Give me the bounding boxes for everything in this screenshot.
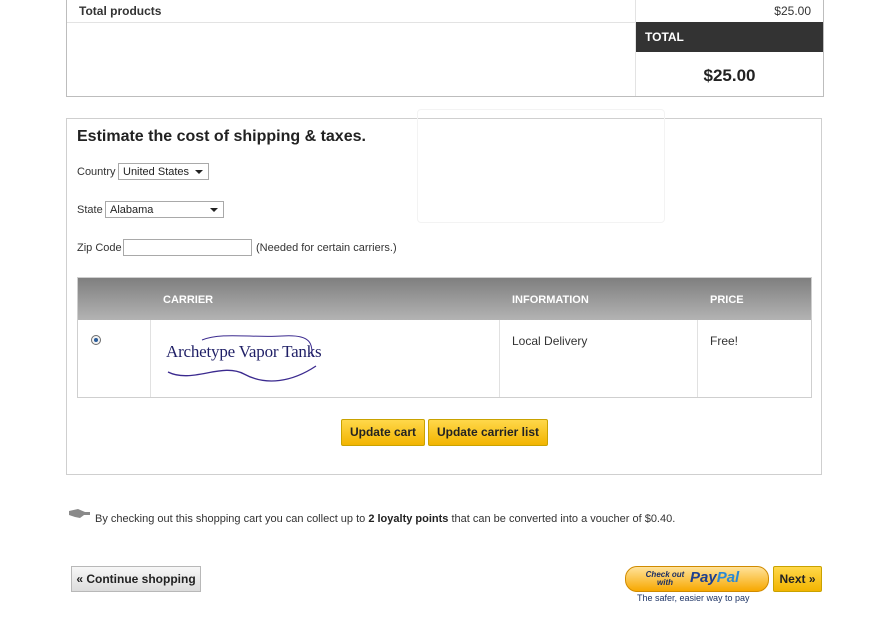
country-select[interactable]: United States <box>118 163 209 180</box>
cart-totals: Total products $25.00 TOTAL $25.00 <box>66 0 824 97</box>
next-button[interactable]: Next » <box>773 566 822 592</box>
carrier-price: Free! <box>710 334 739 348</box>
paypal-checkout-button[interactable]: Check out with PayPal The safer, easier … <box>625 566 769 606</box>
carrier-radio-selected[interactable] <box>91 335 101 345</box>
table-header: CARRIER INFORMATION PRICE <box>78 278 811 320</box>
loyalty-text-before: By checking out this shopping cart you c… <box>95 513 369 525</box>
loyalty-notice: By checking out this shopping cart you c… <box>68 506 828 526</box>
header-carrier: CARRIER <box>163 294 214 306</box>
paypal-pal: Pal <box>716 569 740 586</box>
paypal-pill: Check out with PayPal <box>625 566 769 592</box>
cell-divider <box>697 320 698 397</box>
loyalty-text-after: that can be converted into a voucher of … <box>448 513 676 525</box>
continue-shopping-button[interactable]: « Continue shopping <box>71 566 201 592</box>
country-label: Country <box>77 166 116 178</box>
carrier-table: CARRIER INFORMATION PRICE Archetype Vapo… <box>77 277 812 398</box>
loyalty-text: By checking out this shopping cart you c… <box>95 513 675 525</box>
total-products-value: $25.00 <box>774 4 811 18</box>
table-row: Archetype Vapor Tanks Local Delivery Fre… <box>78 320 811 397</box>
total-products-row: Total products $25.00 <box>67 0 823 23</box>
update-carrier-list-button[interactable]: Update carrier list <box>428 419 548 446</box>
state-value: Alabama <box>110 204 154 216</box>
update-cart-button[interactable]: Update cart <box>341 419 425 446</box>
cell-divider <box>150 320 151 397</box>
zip-hint: (Needed for certain carriers.) <box>256 242 397 254</box>
chevron-down-icon <box>210 208 218 212</box>
carrier-information: Local Delivery <box>512 334 588 348</box>
carrier-logo: Archetype Vapor Tanks <box>162 332 322 384</box>
state-select[interactable]: Alabama <box>105 201 224 218</box>
paypal-logo: PayPal <box>690 569 739 586</box>
header-information: INFORMATION <box>512 294 589 306</box>
zip-code-input[interactable] <box>123 239 252 256</box>
chevron-down-icon <box>195 170 203 174</box>
header-price: PRICE <box>710 294 744 306</box>
paypal-tagline: The safer, easier way to pay <box>637 593 750 603</box>
total-header: TOTAL <box>636 22 823 52</box>
loyalty-points: 2 loyalty points <box>368 513 449 525</box>
faded-overlay <box>417 109 665 223</box>
paypal-small-text: Check out with <box>645 570 685 587</box>
state-label: State <box>77 204 103 216</box>
carrier-logo-text: Archetype Vapor Tanks <box>166 342 322 361</box>
hand-icon <box>69 509 90 518</box>
cell-divider <box>499 320 500 397</box>
zip-label: Zip Code <box>77 242 122 254</box>
shipping-title: Estimate the cost of shipping & taxes. <box>77 128 366 145</box>
country-value: United States <box>123 166 190 178</box>
paypal-pay: Pay <box>690 569 717 586</box>
total-value: $25.00 <box>703 66 756 85</box>
shipping-estimator: Estimate the cost of shipping & taxes. C… <box>66 109 822 475</box>
total-products-label: Total products <box>79 4 162 18</box>
